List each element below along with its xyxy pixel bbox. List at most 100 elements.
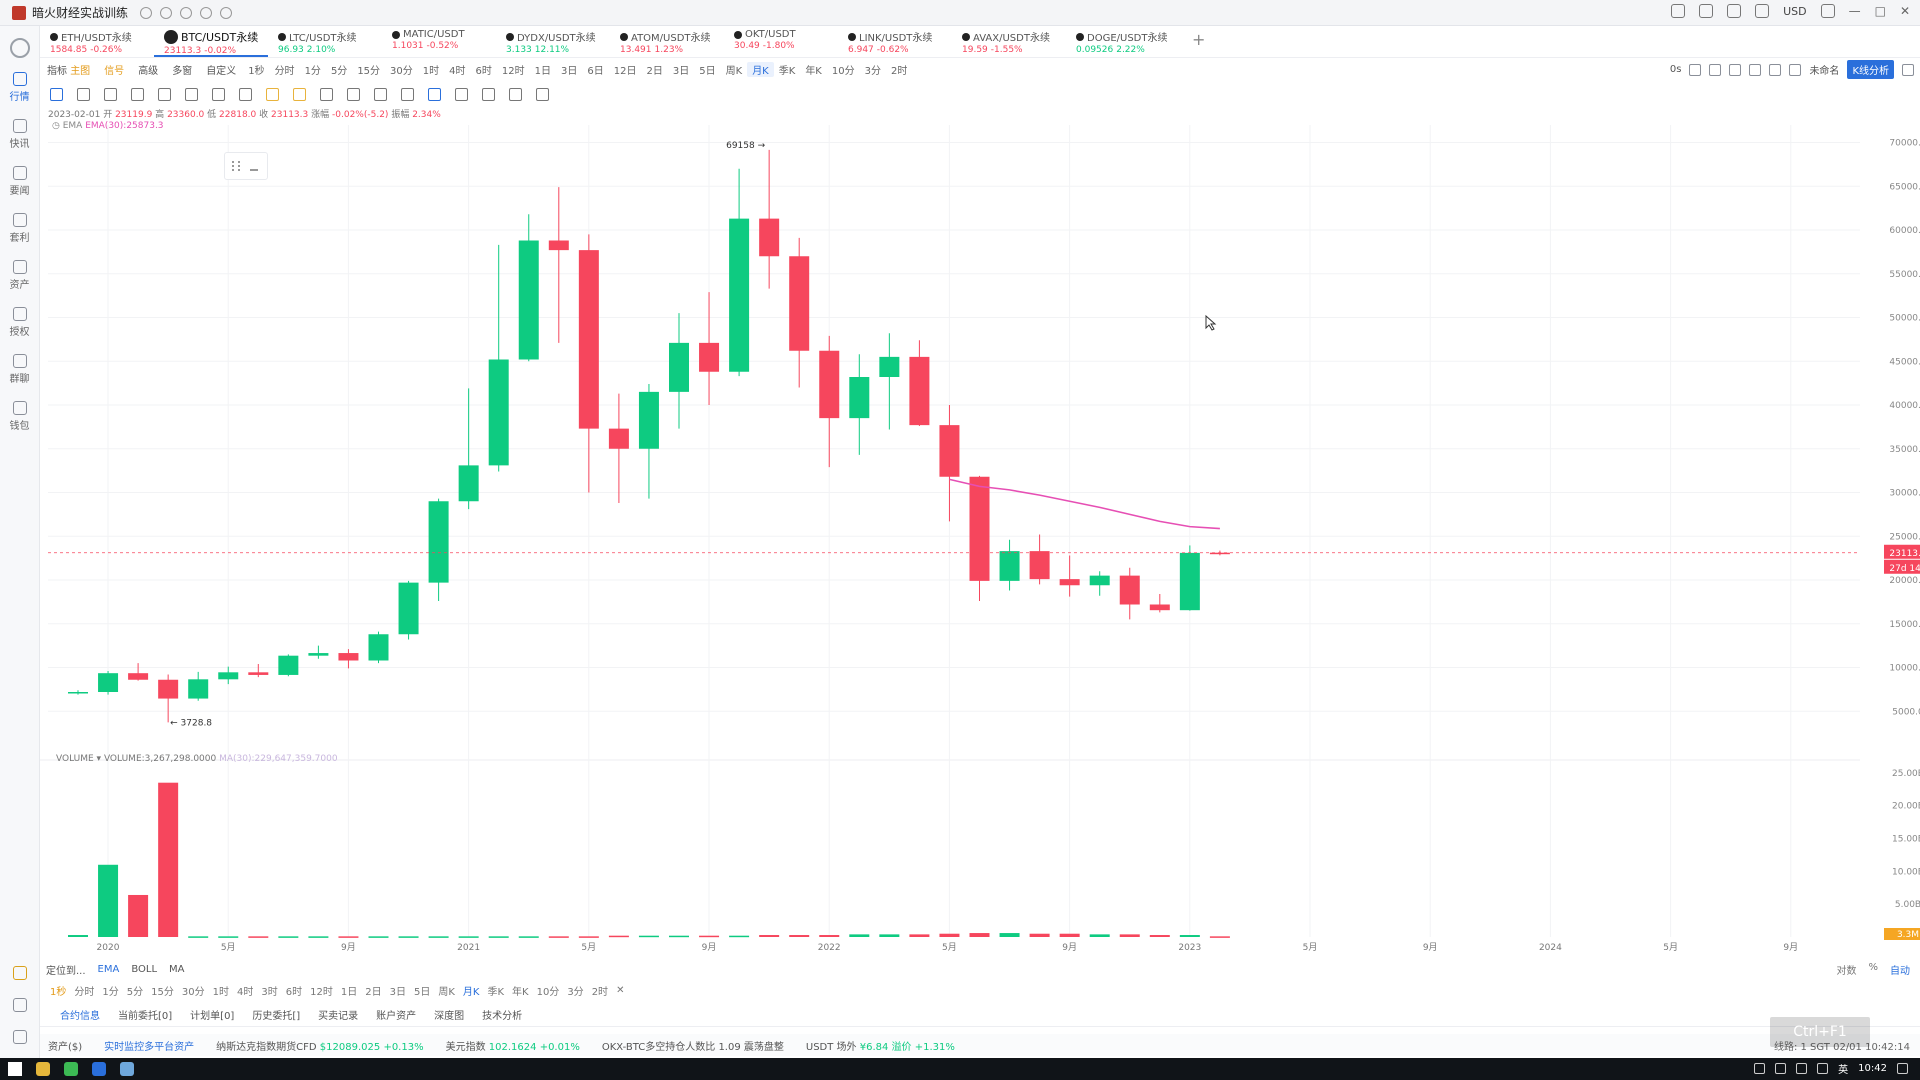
close-circle-icon[interactable] xyxy=(180,6,193,19)
advanced-button[interactable]: 高级 xyxy=(131,62,165,77)
candle-body[interactable] xyxy=(608,428,629,449)
candle-body[interactable] xyxy=(879,356,900,377)
timeframe-option[interactable]: 年K xyxy=(508,983,533,998)
volume-bar[interactable] xyxy=(1029,933,1050,937)
candle-body[interactable] xyxy=(939,425,960,477)
candle-body[interactable] xyxy=(1029,551,1050,580)
candle-body[interactable] xyxy=(68,692,88,694)
order-tab[interactable]: 账户资产 xyxy=(368,1007,424,1026)
order-tab[interactable]: 计划单[0] xyxy=(182,1007,242,1026)
timeframe-option[interactable]: 5分 xyxy=(123,983,147,998)
volume-bar[interactable] xyxy=(158,782,179,937)
timeframe-option[interactable]: 1时 xyxy=(209,983,233,998)
candle-body[interactable] xyxy=(248,672,269,675)
order-tab[interactable]: 深度图 xyxy=(426,1007,472,1026)
timeframe-option[interactable]: 分时 xyxy=(270,62,300,77)
candle-body[interactable] xyxy=(578,250,599,429)
sidebar-item[interactable]: 钱包 xyxy=(0,401,39,448)
timeframe-option[interactable]: 3日 xyxy=(668,62,694,77)
volume-bar[interactable] xyxy=(188,936,209,938)
copy-icon[interactable] xyxy=(428,87,441,101)
sidebar-item[interactable]: 授权 xyxy=(0,307,39,354)
filter-icon[interactable] xyxy=(536,87,549,101)
dxy-ticker[interactable]: 美元指数 102.1624 +0.01% xyxy=(446,1038,580,1053)
candle-body[interactable] xyxy=(849,377,870,419)
volume-bar[interactable] xyxy=(759,935,780,937)
microphone-icon[interactable] xyxy=(1775,1063,1787,1074)
currency-select[interactable]: USD xyxy=(1783,5,1807,18)
volume-bar[interactable] xyxy=(608,935,629,938)
symbol-tab[interactable]: OKT/USDT 30.49 -1.80% xyxy=(724,26,838,57)
timeframe-option[interactable]: 5分 xyxy=(326,62,352,77)
volume-bar[interactable] xyxy=(248,936,269,938)
sidebar-item[interactable]: 行情 xyxy=(0,72,39,119)
crosshair-icon[interactable] xyxy=(50,87,63,101)
eraser-icon[interactable] xyxy=(347,87,360,101)
symbol-tab[interactable]: BTC/USDT永续 23113.3 -0.02% xyxy=(154,26,268,57)
forward-icon[interactable] xyxy=(160,6,173,19)
pen-icon[interactable] xyxy=(1709,63,1722,76)
timeframe-option[interactable]: 2日 xyxy=(361,983,385,998)
trading-app-icon[interactable] xyxy=(92,1062,106,1076)
timeframe-option[interactable]: 15分 xyxy=(352,62,385,77)
timeframe-option[interactable]: 季K xyxy=(483,983,508,998)
timeframe-option[interactable]: 周K xyxy=(434,983,459,998)
tray-up-arrow-icon[interactable] xyxy=(1754,1063,1766,1074)
volume-bar[interactable] xyxy=(278,936,299,938)
sidebar-item[interactable]: 群聊 xyxy=(0,354,39,401)
lock-icon[interactable] xyxy=(401,87,414,101)
magnet-strong-icon[interactable] xyxy=(293,87,306,101)
candle-body[interactable] xyxy=(398,582,419,635)
ema-indicator-button[interactable]: EMA xyxy=(92,964,126,975)
brush-icon[interactable] xyxy=(320,87,333,101)
wave-icon[interactable] xyxy=(185,87,198,101)
timeframe-option[interactable]: 12时 xyxy=(306,983,337,998)
percent-scale-toggle[interactable]: % xyxy=(1868,962,1878,977)
template-icon[interactable] xyxy=(1749,63,1762,76)
vip-icon[interactable] xyxy=(13,966,27,980)
timeframe-option[interactable]: 3日 xyxy=(556,62,582,77)
timeframe-option[interactable]: 4时 xyxy=(444,62,470,77)
volume-bar[interactable] xyxy=(488,936,509,938)
timeframe-option[interactable]: 年K xyxy=(800,62,827,77)
timeframe-option[interactable]: 季K xyxy=(774,62,801,77)
volume-bar[interactable] xyxy=(1149,935,1170,937)
timeframe-option[interactable]: 6时 xyxy=(282,983,306,998)
candle-body[interactable] xyxy=(999,551,1020,581)
close-timeframe-icon[interactable]: ✕ xyxy=(612,985,628,996)
volume-bar[interactable] xyxy=(909,934,930,937)
camera-icon[interactable] xyxy=(1689,63,1702,76)
candle-body[interactable] xyxy=(638,391,659,449)
symbol-tab[interactable]: ETH/USDT永续 1584.85 -0.26% xyxy=(40,26,154,57)
candle-body[interactable] xyxy=(1149,604,1170,611)
search-icon[interactable] xyxy=(1699,4,1714,18)
device-icon[interactable] xyxy=(13,998,27,1012)
timeframe-option[interactable]: 月K xyxy=(459,983,484,998)
volume-bar[interactable] xyxy=(699,935,720,938)
timeframe-option[interactable]: 2时 xyxy=(886,62,912,77)
sidebar-item[interactable]: 资产 xyxy=(0,260,39,307)
timeframe-option[interactable]: 1日 xyxy=(530,62,556,77)
volume-bar[interactable] xyxy=(1209,936,1230,938)
share-icon[interactable] xyxy=(1902,63,1914,76)
candle-body[interactable] xyxy=(819,350,840,419)
timeframe-option[interactable]: 30分 xyxy=(385,62,418,77)
candle-body[interactable] xyxy=(458,465,479,502)
timeframe-option[interactable]: 3分 xyxy=(563,983,587,998)
candle-body[interactable] xyxy=(158,679,179,699)
volume-bar[interactable] xyxy=(1089,934,1110,937)
timeframe-option[interactable]: 6日 xyxy=(582,62,608,77)
candle-body[interactable] xyxy=(308,653,329,656)
layout-icon[interactable] xyxy=(1820,4,1835,18)
signal-button[interactable]: 信号 xyxy=(97,62,131,77)
link-icon[interactable] xyxy=(509,87,522,101)
usdt-otc-ticker[interactable]: USDT 场外 ¥6.84 溢价 +1.31% xyxy=(806,1038,955,1053)
candle-body[interactable] xyxy=(909,356,930,426)
order-tab[interactable]: 当前委托[0] xyxy=(110,1007,180,1026)
timeframe-option[interactable]: 1秒 xyxy=(243,62,269,77)
volume-bar[interactable] xyxy=(849,934,870,937)
timeframe-option[interactable]: 1分 xyxy=(98,983,122,998)
candle-body[interactable] xyxy=(729,218,750,372)
volume-bar[interactable] xyxy=(638,935,659,938)
custom-button[interactable]: 自定义 xyxy=(199,62,243,77)
